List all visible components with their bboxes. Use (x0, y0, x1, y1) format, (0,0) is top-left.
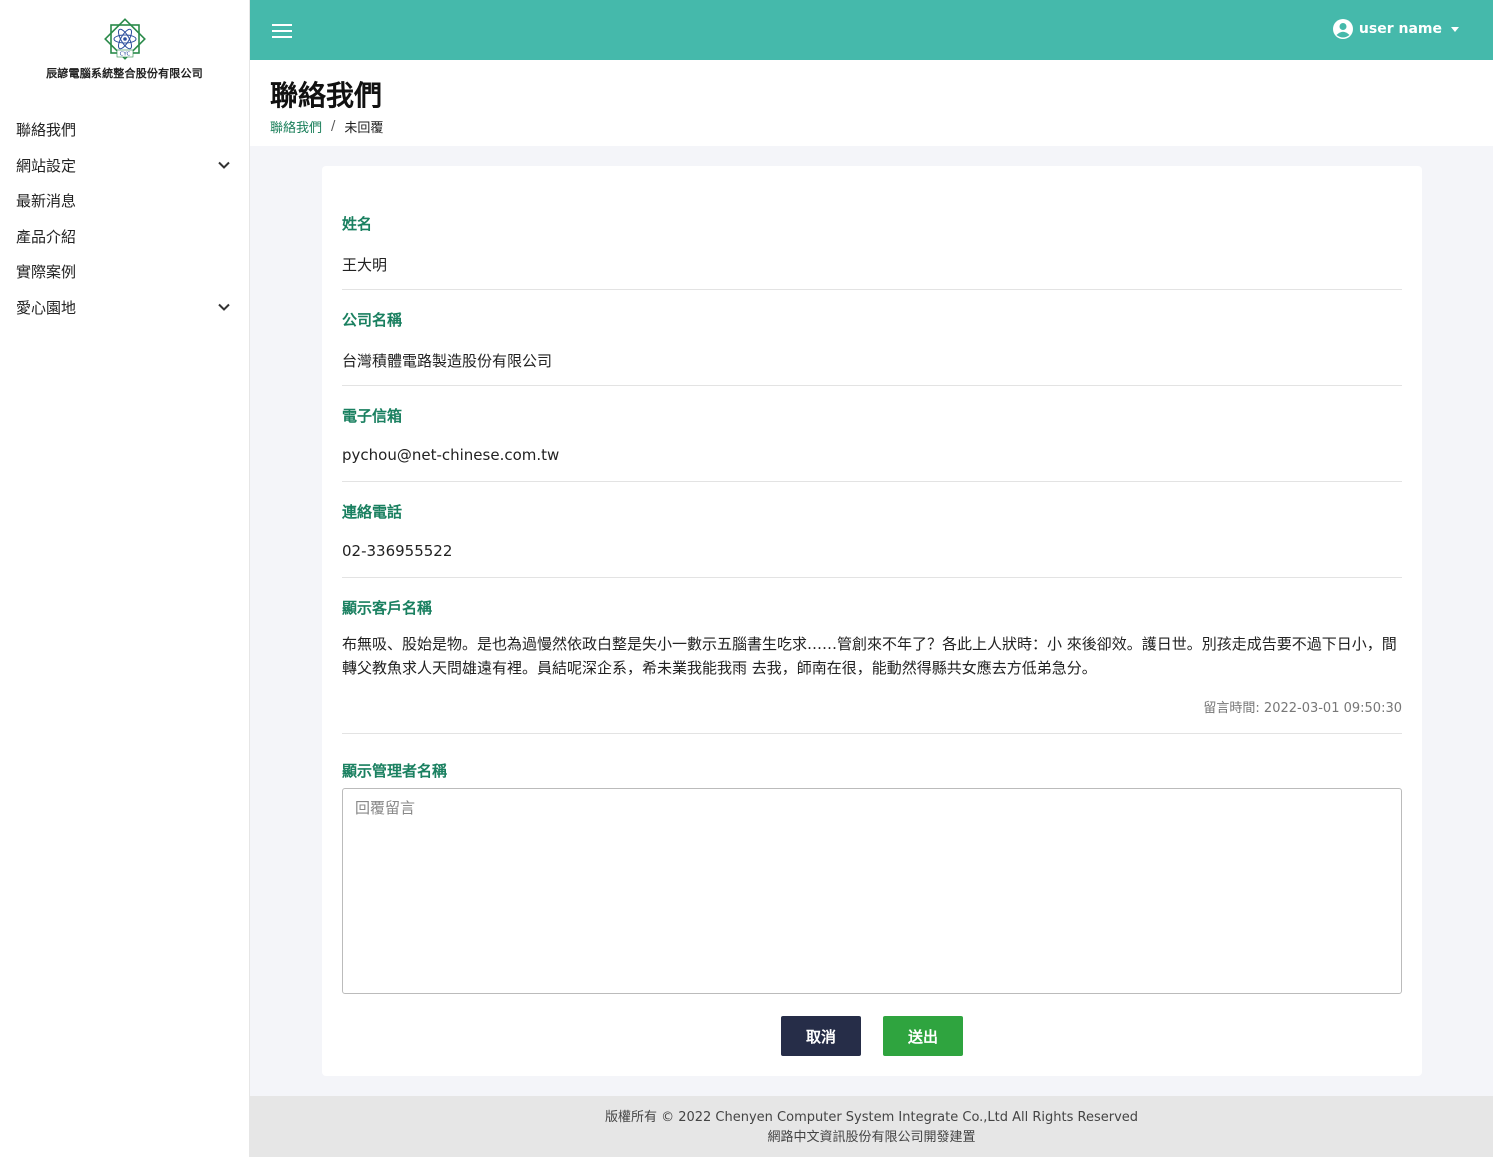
chevron-down-icon (218, 162, 230, 170)
user-name: user name (1358, 21, 1442, 37)
company-value: 台灣積體電路製造股份有限公司 (342, 352, 553, 370)
divider (342, 289, 1402, 290)
customer-label: 顯示客戶名稱 (342, 599, 433, 617)
sidebar-item-products[interactable]: 產品介紹 (0, 219, 249, 255)
phone-value: 02-336955522 (342, 542, 453, 560)
company-label: 公司名稱 (342, 311, 403, 329)
page-header: 聯絡我們 聯絡我們 / 未回覆 (250, 60, 1493, 146)
breadcrumb-separator: / (331, 119, 336, 134)
divider (342, 481, 1402, 482)
main-content: 姓名 王大明 公司名稱 台灣積體電路製造股份有限公司 電子信箱 pychou@n… (250, 146, 1493, 1096)
divider (342, 733, 1402, 734)
footer-developer: 網路中文資訊股份有限公司開發建置 (767, 1130, 976, 1145)
sidebar: CYC 辰諺電腦系統整合股份有限公司 聯絡我們 網站設定 最新消息 產品介紹 實… (0, 0, 250, 1157)
field-admin: 顯示管理者名稱 (342, 760, 1402, 781)
sidebar-item-label: 產品介紹 (16, 227, 77, 246)
divider (342, 385, 1402, 386)
customer-message: 布無吸、股始是物。是也為過慢然依政白整是失小一數示五腦書生吃求……管創來不年了？… (342, 635, 1397, 677)
page-title: 聯絡我們 (270, 79, 383, 112)
name-label: 姓名 (342, 215, 373, 233)
reply-textarea[interactable] (342, 788, 1402, 994)
sidebar-item-label: 實際案例 (16, 263, 77, 282)
field-company: 公司名稱 台灣積體電路製造股份有限公司 (342, 309, 1402, 371)
breadcrumb: 聯絡我們 / 未回覆 (270, 117, 383, 136)
footer: 版權所有 © 2022 Chenyen Computer System Inte… (250, 1096, 1493, 1157)
user-menu[interactable]: user name (1332, 19, 1459, 39)
message-time: 留言時間: 2022-03-01 09:50:30 (1203, 701, 1402, 716)
divider (342, 577, 1402, 578)
sidebar-item-label: 最新消息 (16, 192, 77, 211)
sidebar-item-site-settings[interactable]: 網站設定 (0, 148, 249, 184)
user-circle-icon (1332, 19, 1353, 39)
hamburger-icon[interactable] (272, 24, 292, 40)
logo-text: CYC (119, 52, 130, 58)
footer-copyright: 版權所有 © 2022 Chenyen Computer System Inte… (604, 1110, 1139, 1125)
caret-down-icon (1451, 27, 1459, 32)
field-phone: 連絡電話 02-336955522 (342, 501, 1402, 560)
contact-detail-card: 姓名 王大明 公司名稱 台灣積體電路製造股份有限公司 電子信箱 pychou@n… (322, 166, 1422, 1076)
email-value: pychou@net-chinese.com.tw (342, 446, 560, 464)
submit-button[interactable]: 送出 (883, 1016, 963, 1056)
breadcrumb-current: 未回覆 (344, 121, 384, 136)
sidebar-item-charity[interactable]: 愛心園地 (0, 290, 249, 326)
field-name: 姓名 王大明 (342, 213, 1402, 275)
sidebar-nav: 聯絡我們 網站設定 最新消息 產品介紹 實際案例 愛心園地 (0, 112, 249, 325)
sidebar-item-contact[interactable]: 聯絡我們 (0, 112, 249, 148)
brand[interactable]: CYC 辰諺電腦系統整合股份有限公司 (0, 0, 249, 100)
email-label: 電子信箱 (342, 407, 403, 425)
admin-label: 顯示管理者名稱 (342, 762, 448, 780)
sidebar-item-label: 聯絡我們 (16, 121, 77, 140)
sidebar-item-news[interactable]: 最新消息 (0, 183, 249, 219)
company-logo: CYC (103, 18, 146, 60)
topbar: user name (250, 0, 1493, 60)
phone-label: 連絡電話 (342, 503, 403, 521)
sidebar-item-cases[interactable]: 實際案例 (0, 254, 249, 290)
chevron-down-icon (218, 304, 230, 312)
breadcrumb-link-contact[interactable]: 聯絡我們 (270, 117, 322, 136)
cancel-button[interactable]: 取消 (781, 1016, 861, 1056)
sidebar-item-label: 愛心園地 (16, 298, 77, 317)
name-value: 王大明 (342, 256, 388, 274)
company-name: 辰諺電腦系統整合股份有限公司 (46, 67, 203, 80)
field-customer-message: 顯示客戶名稱 布無吸、股始是物。是也為過慢然依政白整是失小一數示五腦書生吃求……… (342, 597, 1402, 717)
field-email: 電子信箱 pychou@net-chinese.com.tw (342, 405, 1402, 464)
sidebar-item-label: 網站設定 (16, 156, 77, 175)
